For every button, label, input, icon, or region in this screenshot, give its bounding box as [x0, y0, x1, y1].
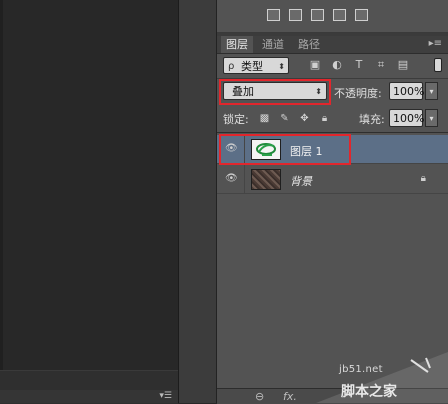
link-layers-icon[interactable]: ⊖ — [255, 390, 264, 403]
filter-kind-select[interactable]: ρ 类型 ⬍ — [223, 57, 289, 74]
layer-thumbnail[interactable] — [251, 169, 281, 190]
lock-image-pixels-icon[interactable]: ✎ — [279, 113, 290, 124]
gradient-map-icon[interactable] — [289, 9, 302, 21]
layer-row-background[interactable]: 👁︎ 背景 🔒︎ — [217, 165, 448, 194]
lock-label: 锁定: — [223, 113, 249, 126]
layer-filter-row: ρ 类型 ⬍ ▣ ◐ T ⌗ ▤ — [217, 55, 448, 77]
opacity-label: 不透明度: — [334, 87, 382, 100]
selective-color-icon[interactable] — [333, 9, 346, 21]
lock-all-icon[interactable]: 🔒︎ — [319, 113, 330, 124]
opacity-dropdown-icon[interactable]: ▾ — [425, 82, 438, 100]
smart-object-filter-icon[interactable]: ▤ — [397, 59, 409, 71]
filter-toggle-switch[interactable] — [434, 58, 442, 72]
search-icon: ρ — [228, 61, 235, 72]
threshold-icon[interactable] — [311, 9, 324, 21]
panel-options-menu-icon[interactable]: ▸≡ — [429, 38, 442, 49]
visibility-eye-icon[interactable]: 👁︎ — [225, 174, 238, 184]
tab-channels[interactable]: 通道 — [257, 36, 289, 53]
layer-locked-icon: 🔒︎ — [420, 173, 426, 184]
opacity-input[interactable]: 100% — [389, 82, 424, 100]
chevron-updown-icon: ⬍ — [278, 62, 285, 71]
highlight-blend-mode — [219, 79, 331, 105]
layer-style-icon[interactable]: fx. — [283, 390, 297, 403]
canvas-left-edge — [0, 0, 3, 403]
panel-menu-strip[interactable]: ▾☰ — [0, 390, 178, 403]
fill-label: 填充: — [359, 113, 385, 126]
highlight-layer-1 — [219, 134, 351, 165]
panel-dock-strip — [179, 0, 217, 403]
tab-layers[interactable]: 图层 — [221, 36, 253, 53]
lock-position-icon[interactable]: ✥ — [299, 113, 310, 124]
tab-paths[interactable]: 路径 — [293, 36, 325, 53]
image-filter-icon[interactable]: ▣ — [309, 59, 321, 71]
eye-column-divider — [244, 165, 245, 194]
layer-list: 👁︎ 图层 1 👁︎ 背景 🔒︎ — [217, 132, 448, 389]
fill-dropdown-icon[interactable]: ▾ — [425, 109, 438, 127]
lock-transparent-pixels-icon[interactable]: ▩ — [259, 113, 270, 124]
watermark-name: 脚本之家 — [341, 384, 397, 400]
type-filter-icon[interactable]: T — [353, 59, 365, 71]
adjustments-icon-row — [217, 0, 448, 33]
filter-kind-value: 类型 — [241, 60, 263, 73]
layer-name: 背景 — [290, 175, 312, 188]
watermark-site: jb51.net — [339, 364, 383, 375]
shape-filter-icon[interactable]: ⌗ — [375, 59, 387, 71]
layers-panel: 图层 通道 路径 ▸≡ ρ 类型 ⬍ ▣ ◐ T ⌗ ▤ 叠加 ⬍ 不透明度: … — [217, 0, 448, 404]
lock-fill-row: 锁定: ▩ ✎ ✥ 🔒︎ 填充: 100% ▾ — [217, 106, 448, 130]
curves-adjust-icon[interactable] — [267, 9, 280, 21]
panel-menu-icon[interactable]: ▾☰ — [159, 391, 172, 401]
fill-input[interactable]: 100% — [389, 109, 424, 127]
panel-tabs: 图层 通道 路径 ▸≡ — [217, 36, 448, 54]
adjustment-filter-icon[interactable]: ◐ — [331, 59, 343, 71]
document-canvas-area: ▾☰ — [0, 0, 179, 404]
posterize-icon[interactable] — [355, 9, 368, 21]
